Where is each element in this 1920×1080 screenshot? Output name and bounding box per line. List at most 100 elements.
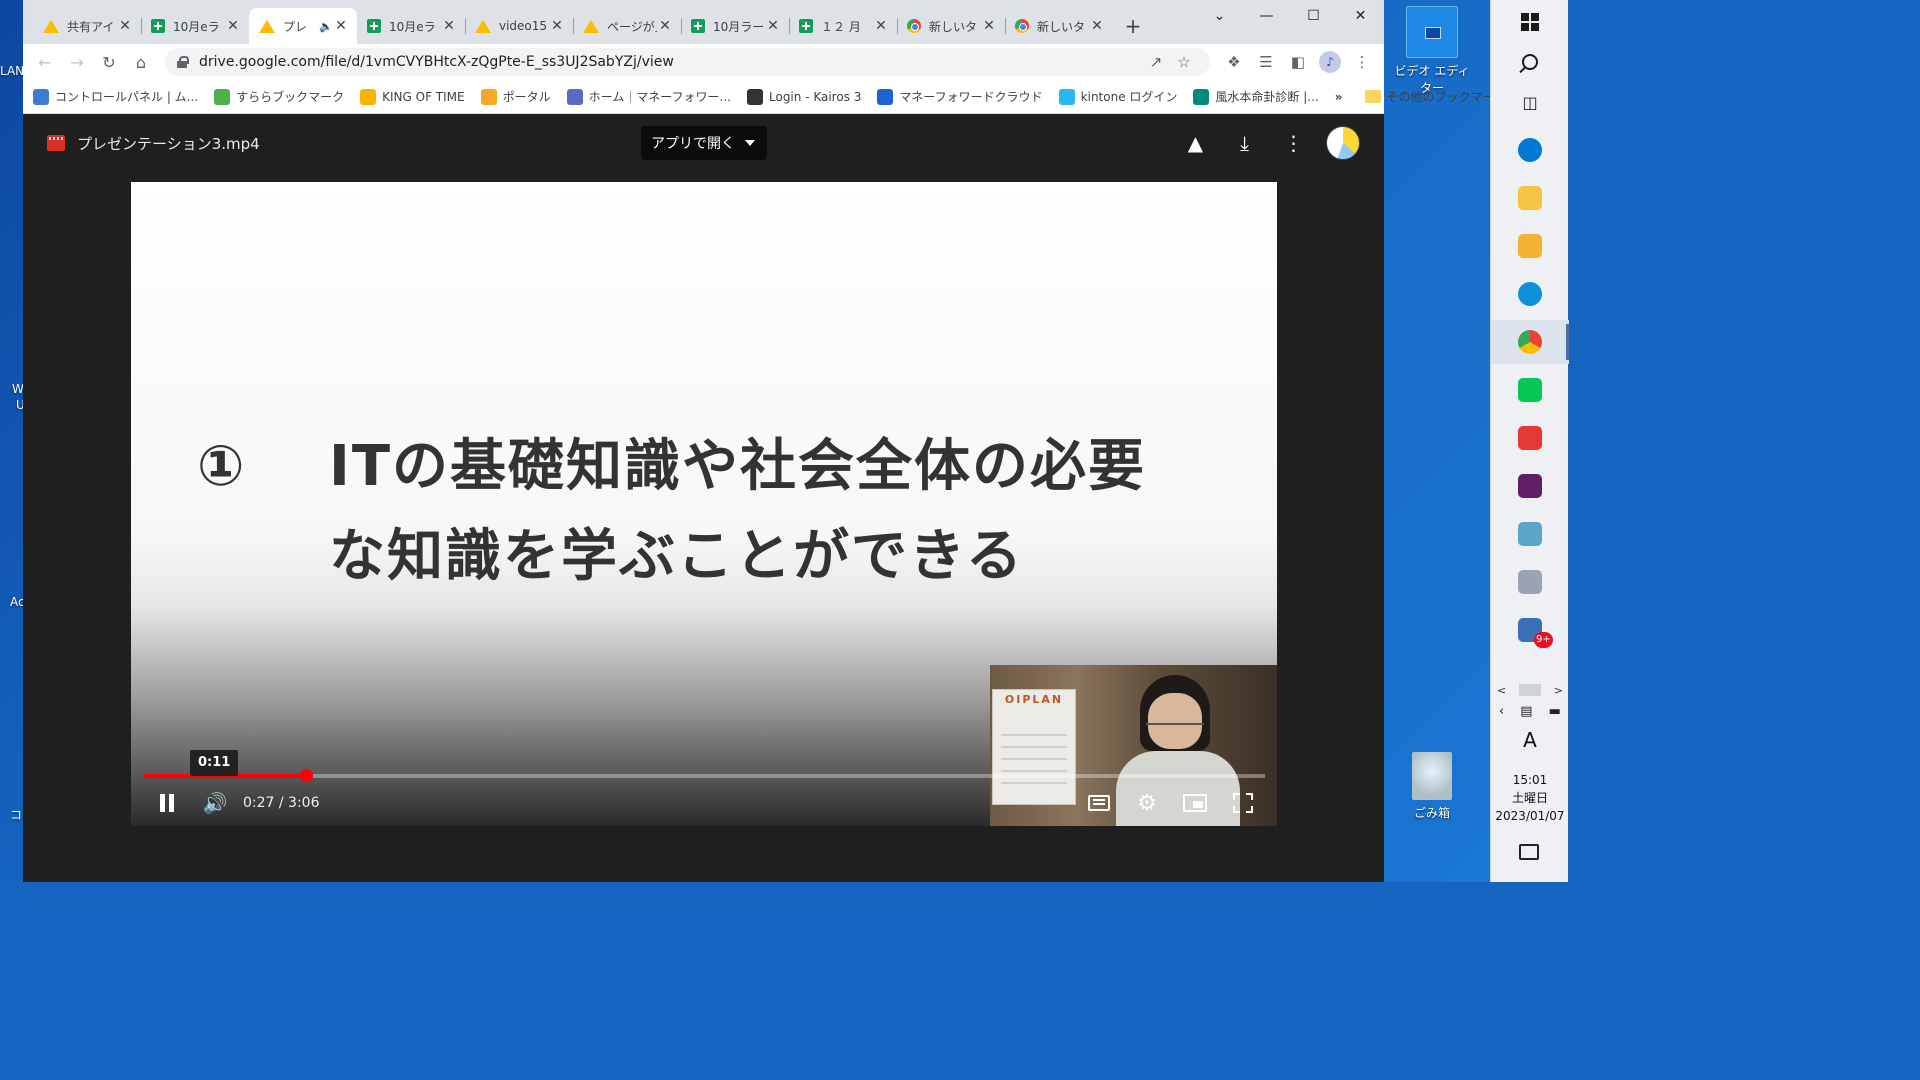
- settings-button[interactable]: ⚙: [1123, 784, 1171, 822]
- tab[interactable]: １２ 月 ✕: [789, 8, 897, 44]
- taskbar-app[interactable]: [1491, 464, 1569, 508]
- chevron-right-icon[interactable]: >: [1554, 684, 1563, 697]
- ime-indicator[interactable]: A: [1491, 728, 1569, 752]
- close-icon[interactable]: ✕: [441, 18, 457, 34]
- bookmark-item[interactable]: ポータル: [480, 88, 551, 105]
- taskbar-app[interactable]: [1491, 416, 1569, 460]
- desktop-icon-video-editor[interactable]: ビデオ エディター: [1392, 6, 1472, 96]
- start-button[interactable]: [1491, 0, 1569, 44]
- close-icon[interactable]: ✕: [873, 18, 889, 34]
- task-view-button[interactable]: ◫: [1491, 80, 1569, 124]
- battery-icon[interactable]: ▬: [1549, 704, 1561, 719]
- chevron-left-icon[interactable]: ‹: [1499, 704, 1504, 719]
- account-avatar[interactable]: [1326, 126, 1360, 160]
- close-window-button[interactable]: ✕: [1337, 0, 1384, 32]
- share-icon[interactable]: ↗: [1142, 53, 1170, 71]
- volume-button[interactable]: 🔊: [191, 784, 239, 822]
- bookmark-star-icon[interactable]: ☆: [1170, 53, 1198, 71]
- tab-title: 10月eラ: [389, 19, 436, 34]
- network-icon[interactable]: ▤: [1520, 704, 1532, 719]
- taskbar-app[interactable]: [1491, 320, 1569, 364]
- bookmark-item[interactable]: すららブックマーク: [214, 88, 344, 105]
- close-icon[interactable]: ✕: [981, 18, 997, 34]
- desktop-icon-recycle-bin[interactable]: ごみ箱: [1392, 752, 1472, 821]
- scroll-thumb[interactable]: [1519, 684, 1541, 696]
- home-button[interactable]: ⌂: [125, 48, 157, 76]
- extensions-icon[interactable]: ❖: [1218, 48, 1250, 76]
- download-icon[interactable]: ⤓: [1220, 126, 1269, 160]
- captions-button[interactable]: [1075, 784, 1123, 822]
- tab[interactable]: 10月eラ ✕: [357, 8, 465, 44]
- reload-button[interactable]: ↻: [93, 48, 125, 76]
- chevron-left-icon[interactable]: <: [1497, 684, 1506, 697]
- clock[interactable]: 15:01 土曜日 2023/01/07: [1491, 771, 1569, 825]
- miniplayer-button[interactable]: [1171, 784, 1219, 822]
- new-tab-button[interactable]: +: [1119, 8, 1147, 44]
- address-bar[interactable]: drive.google.com/file/d/1vmCVYBHtcX-zQgP…: [165, 48, 1210, 76]
- close-icon[interactable]: ✕: [225, 18, 241, 34]
- close-icon[interactable]: ✕: [1089, 18, 1105, 34]
- taskbar-app[interactable]: [1491, 272, 1569, 316]
- video-player[interactable]: ① ITの基礎知識や社会全体の必要 な知識を学ぶことができる OIPLAN 0:1…: [131, 182, 1277, 826]
- tab-title: 新しいタ: [1037, 19, 1086, 34]
- tab-search-button[interactable]: ⌄: [1196, 0, 1243, 32]
- back-button[interactable]: ←: [29, 48, 61, 76]
- pause-button[interactable]: [143, 784, 191, 822]
- bookmark-item[interactable]: コントロールパネル | ム...: [33, 88, 198, 105]
- close-icon[interactable]: ✕: [765, 18, 781, 34]
- tab-active[interactable]: プレ 🔈 ✕: [249, 8, 357, 44]
- add-shortcut-to-drive-icon[interactable]: ▲: [1171, 126, 1220, 160]
- tab[interactable]: 10月ラー ✕: [681, 8, 789, 44]
- progress-bar[interactable]: [143, 769, 1265, 782]
- scrubber-handle[interactable]: [299, 769, 313, 782]
- bookmark-item[interactable]: Login - Kairos 3: [747, 88, 861, 105]
- fullscreen-button[interactable]: [1219, 784, 1267, 822]
- recycle-bin-icon: [1412, 752, 1452, 800]
- open-with-button[interactable]: アプリで開く: [641, 126, 767, 160]
- taskbar-app[interactable]: [1491, 224, 1569, 268]
- maximize-button[interactable]: ☐: [1290, 0, 1337, 32]
- speaker-icon[interactable]: 🔈: [319, 20, 333, 33]
- bookmark-favicon-icon: [1058, 88, 1075, 105]
- drive-icon: [475, 19, 491, 33]
- tab[interactable]: 新しいタ ✕: [1005, 8, 1113, 44]
- media-control-icon[interactable]: ☰: [1250, 48, 1282, 76]
- more-actions-icon[interactable]: ⋮: [1269, 126, 1318, 160]
- bookmark-item[interactable]: KING OF TIME: [360, 88, 465, 105]
- taskbar-app[interactable]: [1491, 128, 1569, 172]
- tray-scroll[interactable]: < >: [1497, 682, 1563, 698]
- bookmark-item[interactable]: 風水本命卦診断 |...: [1193, 88, 1319, 105]
- minimize-button[interactable]: —: [1243, 0, 1290, 32]
- profile-button[interactable]: ♪: [1314, 48, 1346, 76]
- taskbar-app[interactable]: [1491, 560, 1569, 604]
- forward-button[interactable]: →: [61, 48, 93, 76]
- tab[interactable]: 新しいタ ✕: [897, 8, 1005, 44]
- bookmarks-overflow-button[interactable]: »: [1335, 90, 1343, 104]
- tab[interactable]: 10月eラ ✕: [141, 8, 249, 44]
- bookmarks-bar: コントロールパネル | ム... すららブックマーク KING OF TIME ポータ…: [23, 80, 1507, 114]
- tab[interactable]: 共有アイ ✕: [33, 8, 141, 44]
- taskbar-app[interactable]: 9+: [1491, 608, 1569, 652]
- bookmark-item[interactable]: マネーフォワードクラウド: [877, 88, 1043, 105]
- notification-center-icon[interactable]: [1519, 844, 1539, 860]
- taskbar-app[interactable]: [1491, 512, 1569, 556]
- tab[interactable]: ページが見✕: [573, 8, 681, 44]
- close-icon[interactable]: ✕: [549, 18, 565, 34]
- side-panel-icon[interactable]: ◧: [1282, 48, 1314, 76]
- bookmark-item[interactable]: ホーム｜マネーフォワー...: [566, 88, 731, 105]
- hover-time-tooltip: 0:11: [190, 750, 239, 776]
- taskbar-app[interactable]: [1491, 176, 1569, 220]
- url-text[interactable]: drive.google.com/file/d/1vmCVYBHtcX-zQgP…: [199, 54, 1142, 70]
- video-editor-icon: [1406, 6, 1458, 58]
- taskbar-app[interactable]: [1491, 368, 1569, 412]
- tab[interactable]: video15 ✕: [465, 8, 573, 44]
- close-icon[interactable]: ✕: [117, 18, 133, 34]
- chrome-menu-icon[interactable]: ⋮: [1346, 48, 1378, 76]
- lock-icon[interactable]: [177, 56, 189, 68]
- desktop-icon-label[interactable]: LAN: [0, 64, 24, 78]
- close-icon[interactable]: ✕: [333, 18, 349, 34]
- search-button[interactable]: [1491, 40, 1569, 84]
- bookmark-item[interactable]: kintone ログイン: [1058, 88, 1177, 105]
- close-icon[interactable]: ✕: [657, 18, 673, 34]
- other-bookmarks-folder[interactable]: その他のブックマーク: [1364, 88, 1507, 105]
